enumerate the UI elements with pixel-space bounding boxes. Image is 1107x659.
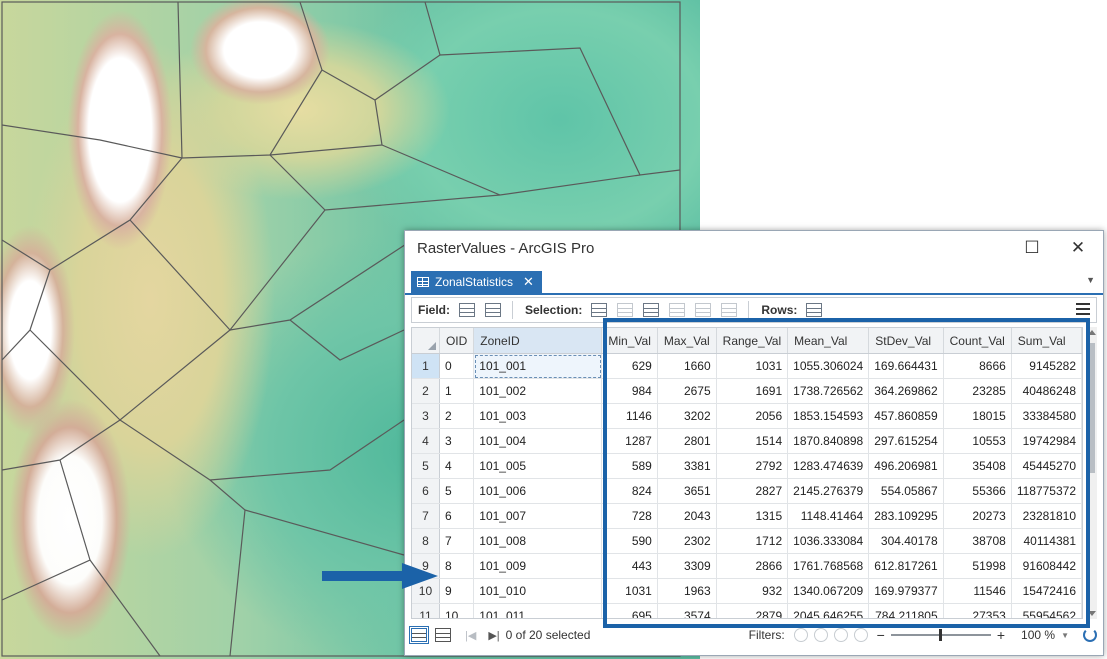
clear-selection-icon[interactable] (669, 303, 686, 317)
cell-zoneid[interactable]: 101_007 (473, 503, 603, 529)
cell-oid[interactable]: 3 (439, 428, 475, 454)
cell-oid[interactable]: 10 (439, 603, 475, 618)
close-icon: ✕ (1070, 238, 1086, 257)
cell-oid[interactable]: 8 (439, 553, 475, 579)
cell-zoneid[interactable]: 101_004 (473, 428, 603, 454)
zoom-level[interactable]: 100 % (1021, 628, 1055, 642)
row-number[interactable]: 3 (412, 403, 440, 429)
cell-zoneid[interactable]: 101_001 (473, 353, 603, 379)
cell-oid[interactable]: 6 (439, 503, 475, 529)
row-number[interactable]: 7 (412, 503, 440, 529)
cell-oid[interactable]: 4 (439, 453, 475, 479)
cell-zoneid[interactable]: 101_010 (473, 578, 603, 604)
zoom-slider[interactable] (890, 629, 991, 641)
pointer-arrow-icon (322, 563, 438, 589)
time-filter-icon[interactable] (813, 628, 828, 642)
column-header-zoneid[interactable]: ZoneID (473, 328, 603, 354)
title-bar[interactable]: RasterValues - ArcGIS Pro ☐ ✕ (405, 231, 1103, 265)
extent-filter-icon[interactable] (793, 628, 808, 642)
options-menu-icon[interactable] (1076, 303, 1090, 315)
column-header-oid[interactable]: OID (439, 328, 475, 354)
zoom-in-button[interactable]: + (997, 627, 1005, 643)
rows-menu-icon[interactable] (806, 303, 823, 317)
zoom-out-button[interactable]: − (877, 627, 885, 643)
field-view-icon[interactable] (485, 303, 501, 317)
first-record-icon[interactable]: |◀ (465, 629, 476, 642)
table-icon (417, 277, 429, 287)
definition-filter-icon[interactable] (853, 628, 868, 642)
row-number[interactable]: 8 (412, 528, 440, 554)
selection-count: 0 of 20 selected (505, 628, 591, 642)
zoom-to-selection-icon[interactable] (617, 303, 634, 317)
zoom-dropdown-chevron-down-icon[interactable]: ▼ (1061, 631, 1069, 640)
rows-label: Rows: (761, 303, 798, 317)
switch-selection-icon[interactable] (643, 303, 660, 317)
zoom-slider-knob[interactable] (938, 629, 942, 641)
show-selected-records-icon[interactable] (435, 628, 451, 642)
maximize-icon: ☐ (1024, 238, 1040, 257)
cell-oid[interactable]: 2 (439, 403, 475, 429)
tab-close-icon[interactable]: ✕ (523, 274, 534, 290)
row-number[interactable]: 11 (412, 603, 440, 618)
window-title: RasterValues - ArcGIS Pro (417, 240, 595, 257)
tab-strip: ZonalStatistics ✕ ▼ (405, 271, 1103, 295)
cell-oid[interactable]: 7 (439, 528, 475, 554)
cell-oid[interactable]: 0 (439, 353, 475, 379)
add-field-icon[interactable] (459, 303, 475, 317)
close-button[interactable]: ✕ (1063, 236, 1093, 260)
cell-zoneid[interactable]: 101_005 (473, 453, 603, 479)
cell-oid[interactable]: 1 (439, 378, 475, 404)
row-number[interactable]: 1 (412, 353, 440, 379)
filters-label: Filters: (748, 628, 785, 642)
show-all-records-icon[interactable] (409, 626, 429, 644)
cell-zoneid[interactable]: 101_008 (473, 528, 603, 554)
cell-zoneid[interactable]: 101_011 (473, 603, 603, 618)
statistics-columns-highlight (603, 318, 1090, 628)
tab-label: ZonalStatistics (435, 275, 514, 289)
row-number[interactable]: 4 (412, 428, 440, 454)
row-number[interactable]: 2 (412, 378, 440, 404)
cell-oid[interactable]: 9 (439, 578, 475, 604)
last-record-icon[interactable]: ▶| (488, 629, 499, 642)
tab-menu-chevron-down-icon[interactable]: ▼ (1086, 275, 1095, 285)
toolbar-divider (512, 301, 513, 319)
delete-selection-icon[interactable] (695, 303, 712, 317)
copy-selection-icon[interactable] (721, 303, 738, 317)
refresh-icon[interactable] (1083, 628, 1097, 642)
cell-zoneid[interactable]: 101_009 (473, 553, 603, 579)
row-number[interactable]: 5 (412, 453, 440, 479)
cell-zoneid[interactable]: 101_003 (473, 403, 603, 429)
cell-zoneid[interactable]: 101_006 (473, 478, 603, 504)
cell-zoneid[interactable]: 101_002 (473, 378, 603, 404)
select-by-attributes-icon[interactable] (591, 303, 608, 317)
field-label: Field: (418, 303, 450, 317)
select-all-corner[interactable] (412, 328, 440, 354)
toolbar-divider (748, 301, 750, 319)
maximize-button[interactable]: ☐ (1017, 236, 1047, 260)
selection-label: Selection: (525, 303, 583, 317)
row-number[interactable]: 6 (412, 478, 440, 504)
cell-oid[interactable]: 5 (439, 478, 475, 504)
range-filter-icon[interactable] (833, 628, 848, 642)
tab-zonal-statistics[interactable]: ZonalStatistics ✕ (411, 271, 542, 293)
